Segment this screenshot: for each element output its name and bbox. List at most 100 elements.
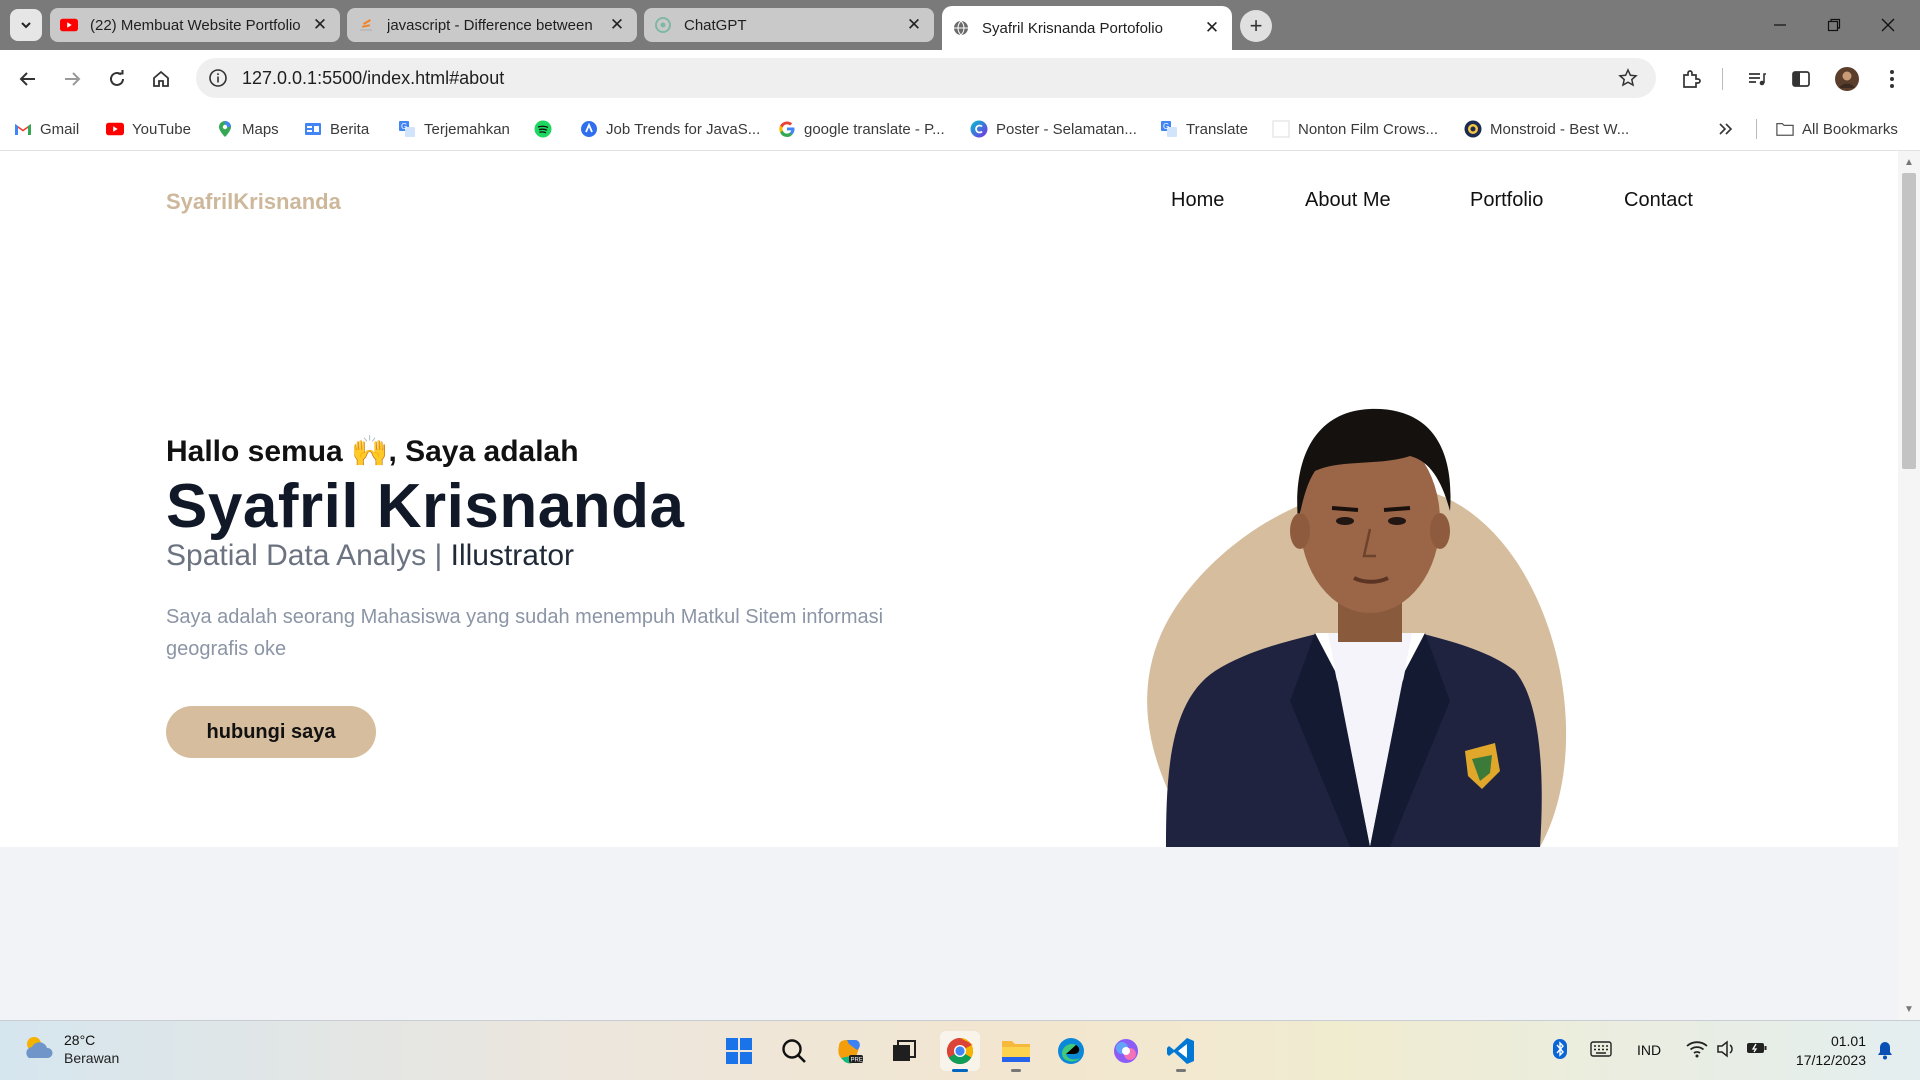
close-icon[interactable]: ✕ <box>904 15 924 35</box>
weather-widget[interactable]: 28°C Berawan <box>20 1031 119 1067</box>
tab-title: ChatGPT <box>684 16 747 34</box>
translate-icon: G <box>398 120 416 138</box>
tab-search-button[interactable] <box>10 9 42 41</box>
close-window-button[interactable] <box>1868 10 1908 40</box>
restore-button[interactable] <box>1814 10 1854 40</box>
language-indicator[interactable]: IND <box>1637 1042 1661 1058</box>
taskbar-file-explorer-button[interactable] <box>996 1031 1036 1072</box>
clock-time: 01.01 <box>1830 1033 1866 1049</box>
svg-text:G: G <box>1163 122 1169 131</box>
system-clock[interactable]: 01.01 17/12/2023 <box>1796 1032 1866 1070</box>
all-bookmarks-button[interactable]: All Bookmarks <box>1776 118 1898 140</box>
nav-portfolio[interactable]: Portfolio <box>1470 189 1543 212</box>
start-button[interactable] <box>719 1031 759 1071</box>
wifi-icon[interactable] <box>1686 1040 1708 1061</box>
clock-date: 17/12/2023 <box>1795 1052 1866 1068</box>
tab-title: javascript - Difference between <box>387 16 593 34</box>
browser-toolbar: 127.0.0.1:5500/index.html#about <box>0 50 1920 107</box>
back-button[interactable] <box>10 61 46 97</box>
close-icon[interactable]: ✕ <box>607 15 627 35</box>
bookmark-label: Maps <box>242 120 279 138</box>
site-logo[interactable]: SyafrilKrisnanda <box>166 189 341 215</box>
tab-stackoverflow[interactable]: javascript - Difference between ✕ <box>347 8 637 42</box>
double-chevron-right-icon <box>1719 123 1733 135</box>
tab-chatgpt[interactable]: ChatGPT ✕ <box>644 8 934 42</box>
keyboard-icon[interactable] <box>1590 1041 1612 1060</box>
close-icon[interactable]: ✕ <box>1202 18 1222 38</box>
taskbar-search-button[interactable] <box>774 1031 814 1071</box>
bookmark-nonton-film[interactable]: Nonton Film Crows... <box>1272 118 1438 140</box>
contact-me-button[interactable]: hubungi saya <box>166 706 376 758</box>
tab-youtube[interactable]: (22) Membuat Website Portfolio ✕ <box>50 8 340 42</box>
url-text[interactable]: 127.0.0.1:5500/index.html#about <box>242 68 504 89</box>
new-tab-button[interactable]: + <box>1240 10 1272 42</box>
bookmark-job-trends[interactable]: Job Trends for JavaS... <box>580 118 760 140</box>
taskbar-copilot-app-button[interactable] <box>1106 1031 1146 1071</box>
bookmark-label: Translate <box>1186 120 1248 138</box>
home-button[interactable] <box>143 61 179 97</box>
address-bar[interactable]: 127.0.0.1:5500/index.html#about <box>196 58 1656 98</box>
profile-portrait <box>1147 408 1567 847</box>
extensions-button[interactable] <box>1673 61 1709 97</box>
star-icon[interactable] <box>1616 66 1640 90</box>
minimize-button[interactable] <box>1760 10 1800 40</box>
taskbar-task-view-button[interactable] <box>884 1031 924 1071</box>
scroll-up-arrow-icon[interactable]: ▲ <box>1898 153 1920 171</box>
weather-condition: Berawan <box>64 1050 120 1066</box>
windows-logo-icon <box>726 1038 752 1064</box>
volume-icon[interactable] <box>1716 1040 1736 1061</box>
forward-button[interactable] <box>54 61 90 97</box>
bookmark-maps[interactable]: Maps <box>216 118 279 140</box>
bookmark-translate[interactable]: G Translate <box>1160 118 1248 140</box>
chevron-down-icon <box>21 22 31 29</box>
nav-home[interactable]: Home <box>1171 189 1224 212</box>
google-icon <box>778 120 796 138</box>
scroll-down-arrow-icon[interactable]: ▼ <box>1898 1000 1920 1018</box>
scrollbar-thumb[interactable] <box>1902 173 1916 469</box>
gmail-icon <box>14 120 32 138</box>
plus-icon: + <box>1249 13 1263 38</box>
notification-bell-icon[interactable] <box>1876 1040 1894 1063</box>
bookmark-gmail[interactable]: Gmail <box>14 118 79 140</box>
bookmarks-overflow-button[interactable] <box>1718 118 1734 140</box>
nav-about-me[interactable]: About Me <box>1305 189 1391 212</box>
taskbar-chrome-button[interactable] <box>940 1031 980 1072</box>
bookmark-spotify[interactable] <box>534 118 560 140</box>
bookmark-berita[interactable]: Berita <box>304 118 369 140</box>
bookmark-poster[interactable]: Poster - Selamatan... <box>970 118 1137 140</box>
all-bookmarks-label: All Bookmarks <box>1802 120 1898 138</box>
home-icon <box>153 70 169 87</box>
bookmark-monstroid[interactable]: Monstroid - Best W... <box>1464 118 1629 140</box>
tab-portfolio-active[interactable]: Syafril Krisnanda Portofolio ✕ <box>942 6 1232 50</box>
profile-button[interactable] <box>1829 61 1865 97</box>
reload-button[interactable] <box>99 61 135 97</box>
bluetooth-icon[interactable] <box>1553 1039 1567 1062</box>
windows-taskbar: 28°C Berawan PRE IND 01.01 17/12/2023 <box>0 1020 1920 1080</box>
hero-roles: Spatial Data Analys | Illustrator <box>166 539 574 573</box>
vscode-icon <box>1167 1038 1194 1064</box>
arrow-left-icon <box>19 72 35 86</box>
taskbar-copilot-button[interactable]: PRE <box>830 1031 870 1071</box>
nav-contact[interactable]: Contact <box>1624 189 1693 212</box>
bookmark-google-translate[interactable]: google translate - P... <box>778 118 945 140</box>
reload-icon <box>110 70 124 86</box>
edge-icon <box>1058 1038 1084 1064</box>
browser-menu-button[interactable] <box>1874 61 1910 97</box>
taskbar-vscode-button[interactable] <box>1161 1031 1201 1072</box>
news-icon <box>304 120 322 138</box>
globe-icon <box>952 19 970 37</box>
side-panel-button[interactable] <box>1783 61 1819 97</box>
stackoverflow-icon <box>357 16 375 34</box>
web-page: SyafrilKrisnanda Home About Me Portfolio… <box>0 151 1898 1020</box>
media-control-button[interactable] <box>1739 61 1775 97</box>
folder-icon <box>1776 120 1794 138</box>
bookmark-terjemahkan[interactable]: G Terjemahkan <box>398 118 510 140</box>
hero-greeting: Hallo semua 🙌, Saya adalah <box>166 434 579 469</box>
page-scrollbar[interactable]: ▲ ▼ <box>1898 151 1920 1020</box>
taskbar-edge-button[interactable] <box>1051 1031 1091 1071</box>
battery-icon[interactable] <box>1746 1040 1768 1059</box>
site-info-icon[interactable] <box>204 64 232 92</box>
bookmarks-bar: Gmail YouTube Maps Berita G Terjemahkan … <box>0 107 1920 151</box>
close-icon[interactable]: ✕ <box>310 15 330 35</box>
bookmark-youtube[interactable]: YouTube <box>106 118 191 140</box>
